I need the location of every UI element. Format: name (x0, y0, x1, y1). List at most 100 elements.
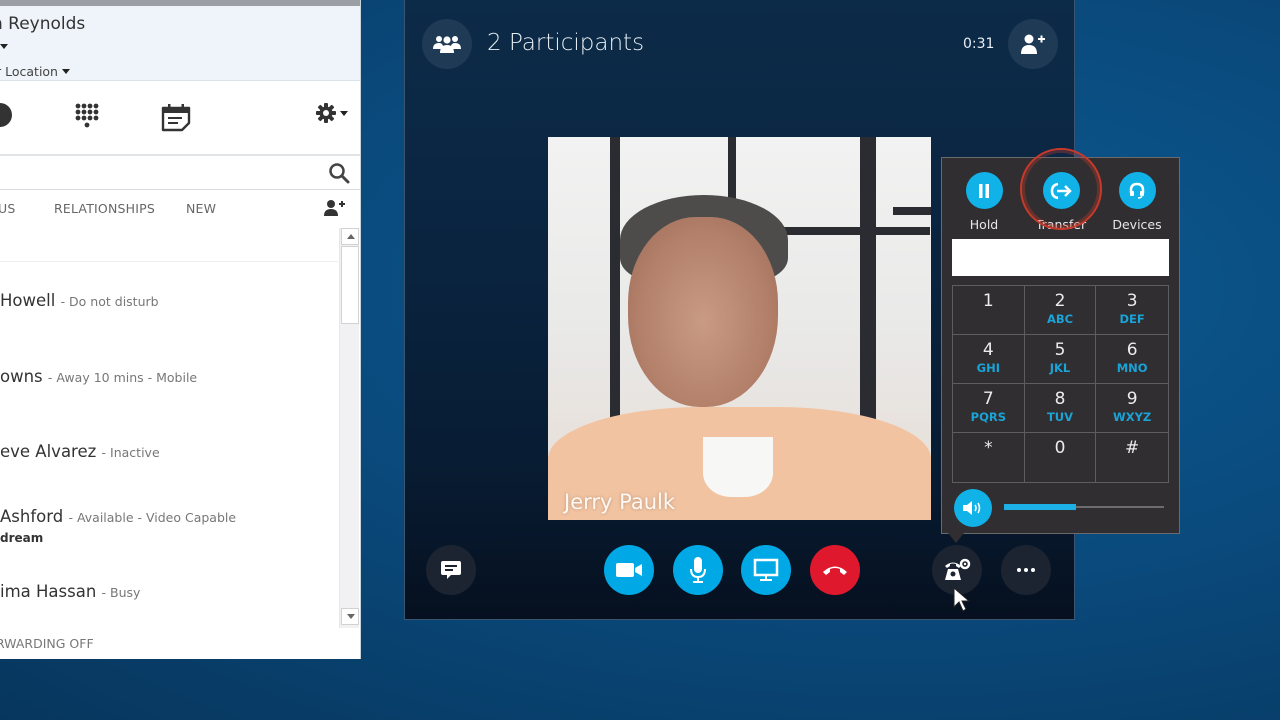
list-item[interactable]: owns - Away 10 mins - Mobile (0, 367, 197, 386)
list-item[interactable]: eve Alvarez - Inactive (0, 442, 160, 461)
chat-icon (441, 561, 461, 579)
key-digit: * (984, 438, 993, 458)
headset-icon (1129, 182, 1145, 199)
volume-button[interactable] (954, 489, 992, 527)
search-bar (0, 156, 360, 190)
key-letters: PQRS (970, 410, 1006, 424)
dialpad-icon[interactable] (75, 103, 99, 135)
list-item[interactable]: ima Hassan - Busy (0, 582, 140, 601)
user-name: n Reynolds (0, 14, 86, 34)
share-screen-button[interactable] (741, 545, 791, 595)
scroll-up-button[interactable] (341, 228, 359, 245)
contact-status: - Away 10 mins - Mobile (47, 370, 198, 385)
key-4[interactable]: 4 GHI (953, 335, 1025, 384)
background-window-frame (893, 207, 931, 215)
key-star[interactable]: * (953, 433, 1025, 482)
hold-button[interactable]: Hold (949, 172, 1019, 232)
contact-name: owns (0, 367, 43, 386)
hang-up-button[interactable] (810, 545, 860, 595)
volume-slider-fill[interactable] (1004, 504, 1076, 510)
caller-name: Jerry Paulk (564, 490, 676, 514)
list-item[interactable]: Ashford - Available - Video Capable drea… (0, 507, 237, 545)
gear-icon (316, 103, 336, 123)
options-menu-button[interactable] (316, 103, 348, 123)
microphone-button[interactable] (673, 545, 723, 595)
hang-up-phone-icon (823, 566, 847, 575)
contact-status: - Available - Video Capable (68, 510, 237, 525)
scroll-thumb[interactable] (341, 246, 359, 324)
more-options-button[interactable] (1001, 545, 1051, 595)
microphone-icon (690, 557, 706, 583)
main-toolbar (0, 81, 360, 156)
add-contact-icon[interactable] (324, 199, 346, 217)
key-hash[interactable]: # (1096, 433, 1168, 482)
caller-tshirt (703, 437, 773, 497)
key-8[interactable]: 8 TUV (1024, 384, 1097, 433)
meetings-icon[interactable] (160, 103, 192, 137)
key-6[interactable]: 6 MNO (1096, 335, 1168, 384)
key-1[interactable]: 1 (953, 286, 1025, 335)
key-5[interactable]: 5 JKL (1024, 335, 1097, 384)
location-dropdown[interactable]: r Location (0, 64, 70, 79)
participants-button[interactable] (422, 19, 472, 69)
transfer-icon (1050, 182, 1072, 199)
key-letters: ABC (1046, 312, 1074, 326)
key-digit: 1 (982, 291, 994, 311)
phone-settings-icon (945, 558, 971, 580)
tab-new[interactable]: NEW (186, 201, 216, 216)
key-9[interactable]: 9 WXYZ (1096, 384, 1168, 433)
key-digit: 5 (1054, 340, 1066, 360)
key-digit: # (1125, 438, 1140, 458)
devices-button[interactable]: Devices (1102, 172, 1172, 232)
key-letters: GHI (976, 361, 1000, 375)
transfer-button[interactable]: Transfer (1026, 172, 1096, 232)
key-digit: 3 (1126, 291, 1138, 311)
key-digit: 8 (1054, 389, 1066, 409)
key-letters: JKL (1049, 361, 1071, 375)
chevron-down-icon (340, 110, 348, 116)
call-controls-popup: Hold Transfer Devices 1 2 ABC 3 DEF 4 GHI 5… (941, 148, 1180, 543)
devices-label: Devices (1112, 217, 1162, 232)
chat-button[interactable] (426, 545, 476, 595)
my-info-panel: n Reynolds r Location (0, 6, 360, 81)
caller-face (628, 217, 778, 407)
location-label: r Location (0, 64, 58, 79)
key-2[interactable]: 2 ABC (1024, 286, 1097, 335)
search-input[interactable] (0, 156, 320, 188)
call-forwarding-status[interactable]: RWARDING OFF (0, 636, 94, 651)
contacts-icon[interactable] (0, 103, 12, 127)
divider (0, 261, 338, 262)
key-letters: MNO (1116, 361, 1148, 375)
speaker-icon (963, 501, 981, 515)
video-button[interactable] (604, 545, 654, 595)
contact-note: dream (0, 531, 44, 545)
participants-count: 2 Participants (487, 30, 645, 56)
key-letters: WXYZ (1113, 410, 1152, 424)
tab-relationships[interactable]: RELATIONSHIPS (54, 201, 155, 216)
add-participant-button[interactable] (1008, 19, 1058, 69)
call-duration: 0:31 (963, 36, 995, 52)
contact-name: eve Alvarez (0, 442, 97, 461)
volume-slider[interactable] (1004, 504, 1164, 510)
transfer-label: Transfer (1035, 217, 1087, 232)
add-person-icon (1021, 34, 1045, 54)
video-camera-icon (616, 563, 642, 577)
key-7[interactable]: 7 PQRS (953, 384, 1025, 433)
contact-name: ima Hassan (0, 582, 97, 601)
chevron-down-icon (61, 69, 70, 74)
tab-status[interactable]: US (0, 201, 15, 216)
contact-list: Howell - Do not disturb owns - Away 10 m… (0, 228, 338, 628)
search-icon[interactable] (328, 162, 350, 184)
dial-number-input[interactable] (952, 239, 1169, 276)
key-3[interactable]: 3 DEF (1096, 286, 1168, 335)
scroll-down-button[interactable] (341, 608, 359, 625)
list-item[interactable]: Howell - Do not disturb (0, 291, 159, 310)
contact-status: - Inactive (101, 445, 160, 460)
presence-dropdown-caret[interactable] (0, 44, 8, 49)
key-0[interactable]: 0 (1025, 433, 1097, 482)
dial-keypad: 1 2 ABC 3 DEF 4 GHI 5 JKL 6 MNO 7 PQRS 8 TUV 9W… (952, 285, 1169, 483)
pause-icon (979, 183, 989, 198)
mouse-cursor-icon (953, 587, 971, 612)
contact-list-scrollbar[interactable] (339, 228, 359, 628)
contact-name: Ashford (0, 507, 64, 526)
